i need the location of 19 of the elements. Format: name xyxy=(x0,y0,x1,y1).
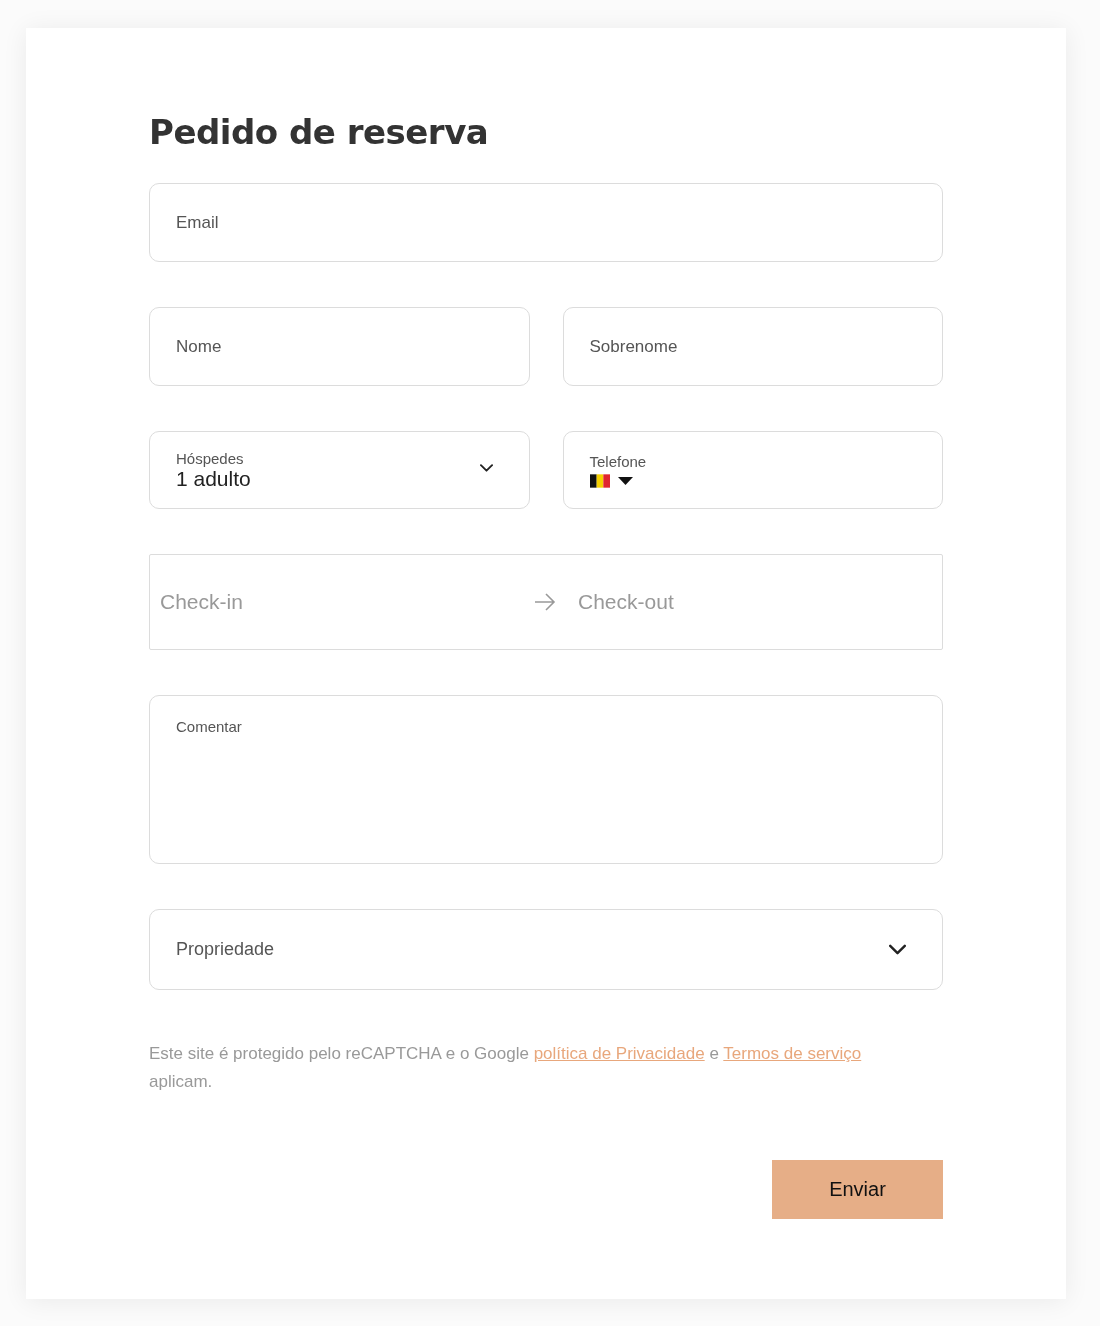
arrow-right-icon xyxy=(534,593,556,611)
phone-label: Telefone xyxy=(589,452,647,470)
first-name-field[interactable]: Nome xyxy=(149,307,530,386)
property-select[interactable]: Propriedade xyxy=(149,909,943,990)
submit-button[interactable]: Enviar xyxy=(772,1160,943,1219)
date-range-field[interactable]: Check-in Check-out xyxy=(149,554,943,650)
form-title: Pedido de reserva xyxy=(149,112,490,152)
recaptcha-notice: Este site é protegido pelo reCAPTCHA e o Google política de Privacidade e Termos de serviço aplicam. xyxy=(149,1043,863,1093)
email-field[interactable]: Email xyxy=(149,183,943,262)
guests-value: 1 adulto xyxy=(176,466,251,491)
chevron-down-icon xyxy=(479,464,493,472)
guests-select[interactable]: Hóspedes 1 adulto xyxy=(149,431,530,509)
last-name-field[interactable]: Sobrenome xyxy=(562,307,943,386)
guests-label: Hóspedes xyxy=(176,449,244,467)
comment-field[interactable]: Comentar xyxy=(149,695,943,864)
phone-field[interactable]: Telefone xyxy=(562,431,943,509)
flag-icon xyxy=(589,473,610,488)
chevron-down-icon xyxy=(889,944,906,955)
dropdown-triangle-icon xyxy=(617,476,633,485)
